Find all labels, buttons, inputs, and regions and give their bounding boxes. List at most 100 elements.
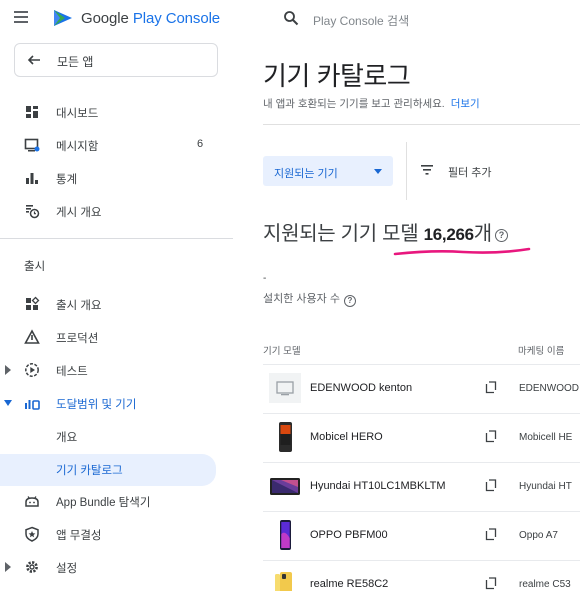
copy-icon[interactable] bbox=[485, 528, 497, 541]
add-filter-label: 필터 추가 bbox=[448, 167, 492, 179]
gear-icon bbox=[26, 561, 38, 573]
device-model: EDENWOOD kenton bbox=[310, 382, 413, 394]
device-model: OPPO PBFM00 bbox=[310, 529, 388, 541]
main-content: Play Console 검색 기기 카탈로그 내 앱과 호환되는 기기를 보고… bbox=[233, 0, 580, 591]
sidebar-item-label: 개요 bbox=[56, 432, 78, 444]
sidebar-item-label: App Bundle 탐색기 bbox=[56, 497, 151, 509]
supported-model-count: 지원되는 기기 모델 16,266개? bbox=[263, 217, 508, 246]
page-description: 내 앱과 호환되는 기기를 보고 관리하세요. 더보기 bbox=[263, 96, 480, 111]
sidebar-item-device-catalog[interactable]: 기기 카탈로그 bbox=[0, 454, 216, 486]
supported-devices-label: 지원되는 기기 bbox=[274, 168, 338, 180]
android-bundle-icon bbox=[25, 496, 39, 507]
column-header-model[interactable]: 기기 모델 bbox=[263, 343, 301, 357]
publishing-clock-icon bbox=[26, 205, 40, 219]
sidebar-item-label: 출시 개요 bbox=[56, 300, 102, 312]
device-model: Mobicel HERO bbox=[310, 431, 383, 443]
app-brand[interactable]: Google Play Console bbox=[81, 10, 220, 27]
count-suffix: 개 bbox=[473, 223, 492, 245]
copy-icon[interactable] bbox=[485, 381, 497, 394]
installed-users-label: 설치한 사용자 수? bbox=[263, 290, 356, 307]
sidebar-divider bbox=[0, 238, 233, 239]
search-bar[interactable]: Play Console 검색 bbox=[233, 0, 580, 36]
sidebar-item-app-integrity[interactable]: 앱 무결성 bbox=[0, 521, 233, 547]
help-icon[interactable]: ? bbox=[494, 229, 508, 242]
help-icon[interactable]: ? bbox=[343, 295, 356, 307]
learn-more-link[interactable]: 더보기 bbox=[451, 98, 480, 110]
sidebar-item-release-overview[interactable]: 출시 개요 bbox=[0, 291, 233, 317]
device-thumbnail-phone bbox=[280, 520, 291, 550]
sidebar-item-production[interactable]: 프로덕션 bbox=[0, 324, 233, 350]
page-description-text: 내 앱과 호환되는 기기를 보고 관리하세요. bbox=[263, 98, 445, 110]
sidebar-item-reach-overview[interactable]: 개요 bbox=[0, 423, 233, 449]
brand-google: Google bbox=[81, 10, 129, 27]
all-apps-label: 모든 앱 bbox=[57, 55, 94, 69]
search-icon bbox=[284, 11, 299, 26]
table-row[interactable]: EDENWOOD kenton EDENWOOD bbox=[263, 365, 580, 413]
sidebar-item-label: 앱 무결성 bbox=[56, 530, 102, 542]
sidebar-item-app-bundle-explorer[interactable]: App Bundle 탐색기 bbox=[0, 488, 233, 514]
device-model: Hyundai HT10LC1MBKLTM bbox=[310, 480, 446, 492]
brand-play-console: Play Console bbox=[132, 10, 221, 27]
installed-users-value: - bbox=[263, 273, 267, 284]
table-row[interactable]: Mobicel HERO Mobicell HE bbox=[263, 414, 580, 462]
device-thumbnail-tablet bbox=[270, 478, 300, 495]
sidebar-item-label: 프로덕션 bbox=[56, 333, 99, 345]
copy-icon[interactable] bbox=[485, 479, 497, 492]
table-row[interactable]: realme RE58C2 realme C53 bbox=[263, 561, 580, 591]
sidebar-item-label: 기기 카탈로그 bbox=[56, 465, 123, 477]
testing-play-icon bbox=[25, 363, 39, 377]
sidebar-item-publishing-overview[interactable]: 게시 개요 bbox=[0, 198, 233, 224]
sidebar-item-dashboard[interactable]: 대시보드 bbox=[0, 99, 233, 125]
shield-star-icon bbox=[25, 526, 39, 542]
sidebar-item-label: 게시 개요 bbox=[56, 207, 102, 219]
table-row[interactable]: OPPO PBFM00 Oppo A7 bbox=[263, 512, 580, 560]
marketing-name: Hyundai HT bbox=[519, 481, 572, 492]
production-warning-icon bbox=[24, 329, 40, 344]
expand-caret-icon[interactable] bbox=[4, 365, 12, 375]
filter-divider bbox=[406, 142, 407, 200]
inbox-icon bbox=[24, 138, 40, 152]
sidebar-item-testing[interactable]: 테스트 bbox=[0, 357, 233, 383]
back-arrow-icon bbox=[27, 55, 40, 65]
filter-icon bbox=[421, 165, 433, 175]
bar-chart-icon bbox=[26, 173, 38, 184]
marketing-name: Mobicell HE bbox=[519, 432, 573, 443]
search-placeholder: Play Console 검색 bbox=[313, 14, 410, 28]
expand-caret-icon[interactable] bbox=[4, 562, 12, 572]
copy-icon[interactable] bbox=[485, 430, 497, 443]
count-prefix: 지원되는 기기 모델 bbox=[263, 223, 419, 245]
dashboard-icon bbox=[26, 106, 38, 118]
copy-icon[interactable] bbox=[485, 577, 497, 590]
inbox-count-badge: 6 bbox=[197, 138, 204, 150]
sidebar-item-statistics[interactable]: 통계 bbox=[0, 165, 233, 191]
table-row[interactable]: Hyundai HT10LC1MBKLTM Hyundai HT bbox=[263, 463, 580, 511]
page-title: 기기 카탈로그 bbox=[263, 61, 411, 91]
collapse-caret-icon[interactable] bbox=[4, 398, 12, 408]
header-divider bbox=[263, 124, 580, 125]
sidebar-item-inbox[interactable]: 메시지함 6 bbox=[0, 132, 233, 158]
marketing-name: EDENWOOD bbox=[519, 383, 579, 394]
sidebar-item-reach-and-devices[interactable]: 도달범위 및 기기 bbox=[0, 390, 233, 416]
sidebar-item-label: 도달범위 및 기기 bbox=[56, 399, 137, 411]
sidebar-item-settings[interactable]: 설정 bbox=[0, 554, 233, 580]
device-thumbnail-phone bbox=[275, 572, 292, 591]
model-count-value: 16,266 bbox=[423, 225, 475, 244]
highlight-underline bbox=[393, 247, 531, 256]
marketing-name: Oppo A7 bbox=[519, 530, 558, 541]
reach-devices-icon bbox=[25, 400, 40, 410]
sidebar-item-label: 통계 bbox=[56, 174, 78, 186]
sidebar: Google Play Console 모든 앱 대시보드 메시지함 6 통계 bbox=[0, 0, 233, 591]
column-header-marketing-name[interactable]: 마케팅 이름 bbox=[518, 343, 564, 357]
release-overview-icon bbox=[26, 296, 40, 310]
sidebar-item-label: 설정 bbox=[56, 563, 78, 575]
all-apps-button[interactable]: 모든 앱 bbox=[14, 43, 218, 77]
sidebar-item-label: 대시보드 bbox=[56, 108, 99, 120]
menu-icon[interactable] bbox=[14, 11, 28, 23]
installed-users-text: 설치한 사용자 수 bbox=[263, 293, 340, 305]
dropdown-arrow-icon bbox=[374, 169, 382, 174]
device-model: realme RE58C2 bbox=[310, 578, 389, 590]
sidebar-item-label: 메시지함 bbox=[56, 141, 99, 153]
release-section-label: 출시 bbox=[24, 261, 46, 273]
supported-devices-dropdown[interactable]: 지원되는 기기 bbox=[263, 156, 393, 186]
marketing-name: realme C53 bbox=[519, 579, 571, 590]
